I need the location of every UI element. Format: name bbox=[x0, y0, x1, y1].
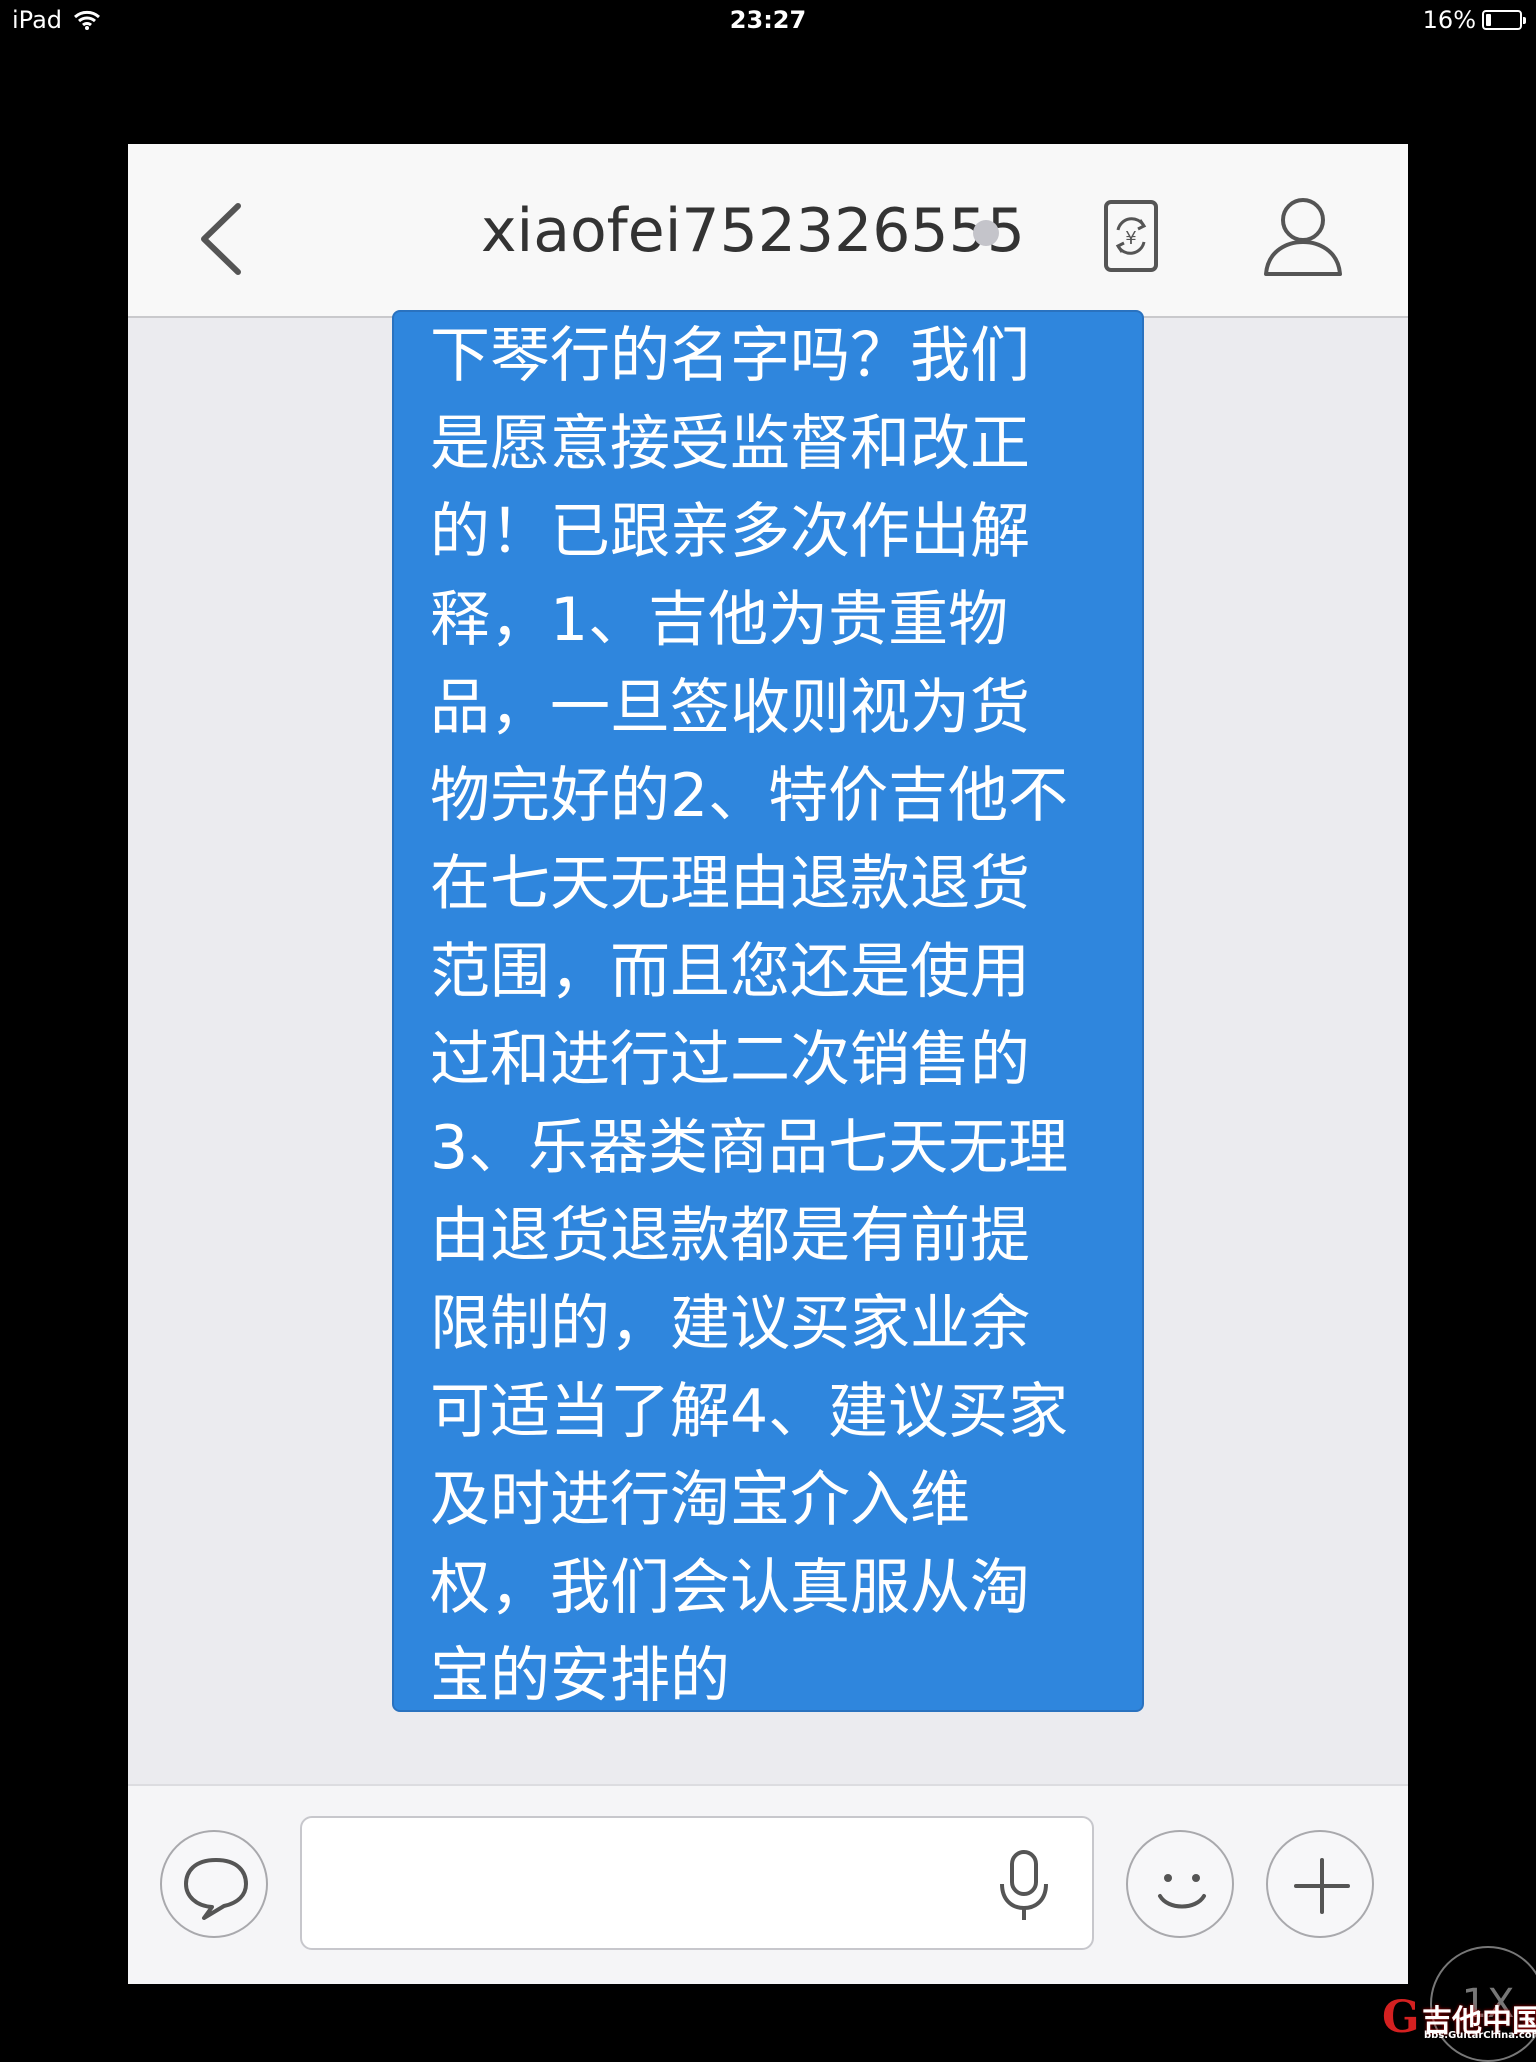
message-line: 的！已跟亲多次作出解 bbox=[430, 497, 1030, 567]
status-dot bbox=[973, 220, 999, 246]
message-line: 在七天无理由退款退货 bbox=[430, 849, 1030, 919]
battery-icon bbox=[1482, 10, 1526, 30]
message-input[interactable] bbox=[300, 1816, 1094, 1950]
message-line: 下琴行的名字吗？我们 bbox=[430, 321, 1030, 391]
chat-window: xiaofei752326555 ¥ 下琴行的名字吗？我们 是愿意接受监督和改正的… bbox=[128, 144, 1408, 1984]
message-line: 可适当了解4、建议买家 bbox=[430, 1377, 1069, 1447]
plus-icon bbox=[1294, 1858, 1350, 1914]
status-bar: iPad 23:27 16% bbox=[0, 0, 1536, 42]
watermark-url: bbs.GuitarChina.com bbox=[1424, 2030, 1536, 2041]
message-line: 限制的，建议买家业余 bbox=[430, 1289, 1030, 1359]
message-line: 3、乐器类商品七天无理 bbox=[430, 1113, 1069, 1183]
status-right: 16% bbox=[1422, 6, 1526, 34]
message-line: 品，一旦签收则视为货 bbox=[430, 673, 1030, 743]
battery-percent: 16% bbox=[1422, 6, 1476, 34]
transfer-button[interactable]: ¥ bbox=[1098, 196, 1164, 276]
person-icon bbox=[1264, 198, 1342, 276]
message-text: 下琴行的名字吗？我们 是愿意接受监督和改正 的！已跟亲多次作出解 释，1、吉他为贵重物… bbox=[430, 312, 1130, 1720]
nav-bar: xiaofei752326555 ¥ bbox=[128, 144, 1408, 318]
clock: 23:27 bbox=[729, 6, 807, 34]
battery-fill bbox=[1486, 14, 1492, 26]
microphone-icon bbox=[1000, 1850, 1048, 1920]
message-bubble[interactable]: 下琴行的名字吗？我们 是愿意接受监督和改正 的！已跟亲多次作出解 释，1、吉他为贵重物… bbox=[392, 310, 1144, 1712]
message-line: 物完好的2、特价吉他不 bbox=[430, 761, 1069, 831]
input-bar bbox=[128, 1784, 1408, 1984]
chat-bubble-icon bbox=[184, 1858, 248, 1920]
mic-button[interactable] bbox=[996, 1848, 1052, 1924]
message-line: 范围，而且您还是使用 bbox=[430, 937, 1030, 1007]
message-line: 及时进行淘宝介入维 bbox=[430, 1465, 970, 1535]
message-list[interactable]: 下琴行的名字吗？我们 是愿意接受监督和改正 的！已跟亲多次作出解 释，1、吉他为贵重物… bbox=[128, 310, 1408, 1926]
message-line: 过和进行过二次销售的 bbox=[430, 1025, 1030, 1095]
message-line: 由退货退款都是有前提 bbox=[430, 1201, 1030, 1271]
yen-transfer-icon: ¥ bbox=[1104, 200, 1158, 272]
more-button[interactable] bbox=[1266, 1830, 1374, 1938]
profile-button[interactable] bbox=[1258, 190, 1348, 280]
smiley-icon bbox=[1158, 1874, 1206, 1909]
contact-name: xiaofei752326555 bbox=[481, 196, 1025, 266]
message-line: 释，1、吉他为贵重物 bbox=[430, 585, 1009, 655]
message-line: 权，我们会认真服从淘 bbox=[430, 1553, 1030, 1623]
message-line: 是愿意接受监督和改正 bbox=[430, 409, 1030, 479]
watermark-logo-icon: G bbox=[1382, 1992, 1420, 2043]
message-line: 宝的安排的 bbox=[430, 1641, 730, 1711]
emoji-button[interactable] bbox=[1126, 1830, 1234, 1938]
svg-text:¥: ¥ bbox=[1125, 228, 1136, 249]
voice-toggle-button[interactable] bbox=[160, 1830, 268, 1938]
